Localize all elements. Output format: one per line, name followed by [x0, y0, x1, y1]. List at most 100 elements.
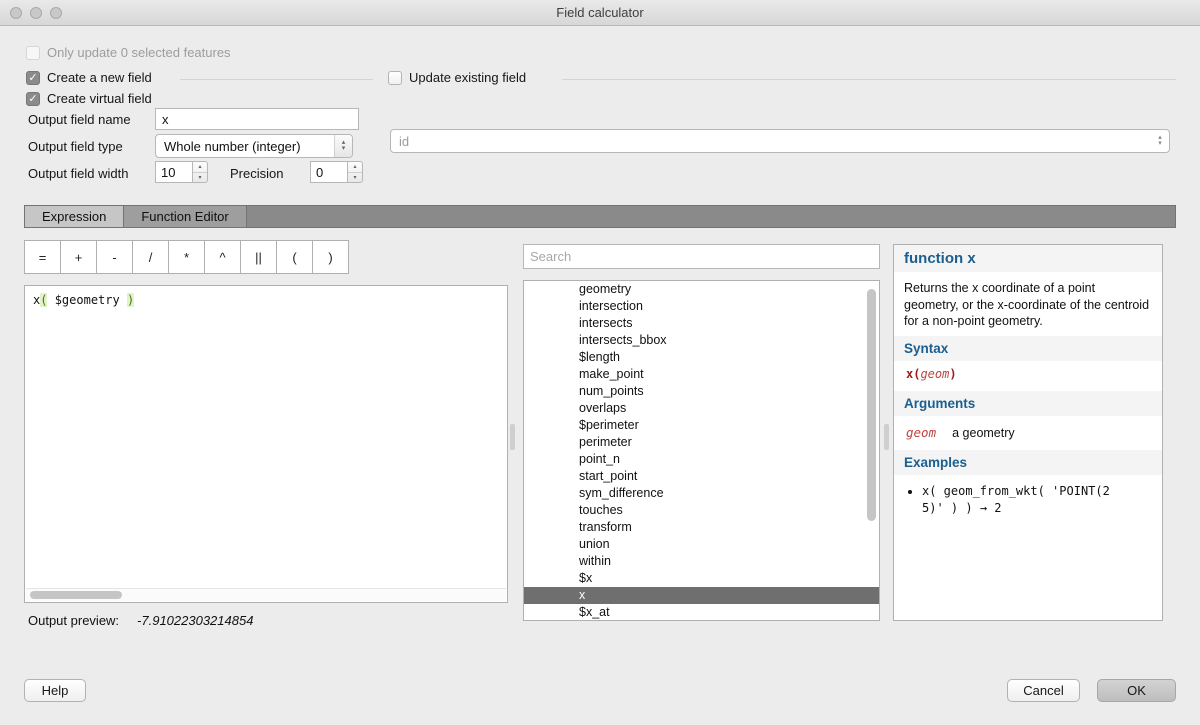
- function-search-input[interactable]: [523, 244, 880, 269]
- expression-text: x( $geometry ): [25, 286, 507, 314]
- function-item[interactable]: make_point: [524, 366, 879, 383]
- create-virtual-field-checkbox[interactable]: ✓: [26, 92, 40, 106]
- check-icon: ✓: [28, 92, 37, 105]
- operator-power-button[interactable]: ^: [204, 240, 241, 274]
- create-new-field-row: ✓ Create a new field: [26, 70, 152, 85]
- tab-bar: Expression Function Editor: [24, 205, 1176, 228]
- function-item[interactable]: $perimeter: [524, 417, 879, 434]
- syntax-function-name: x(: [906, 367, 920, 381]
- output-field-type-select[interactable]: Whole number (integer) ▴ ▾: [155, 134, 353, 158]
- function-help-panel: function x Returns the x coordinate of a…: [893, 244, 1163, 621]
- create-new-field-checkbox[interactable]: ✓: [26, 71, 40, 85]
- function-item[interactable]: perimeter: [524, 434, 879, 451]
- operator-close-paren-button[interactable]: ): [312, 240, 349, 274]
- function-item[interactable]: geometry: [524, 281, 879, 298]
- output-preview-row: Output preview: -7.91022303214854: [28, 613, 253, 628]
- function-item[interactable]: overlaps: [524, 400, 879, 417]
- output-preview-value: -7.91022303214854: [137, 613, 253, 628]
- precision-input[interactable]: [310, 161, 348, 183]
- create-virtual-field-row: ✓ Create virtual field: [26, 91, 152, 106]
- expression-editor[interactable]: x( $geometry ): [24, 285, 508, 603]
- create-virtual-field-label: Create virtual field: [47, 91, 152, 106]
- output-field-type-label: Output field type: [28, 139, 123, 154]
- help-button[interactable]: Help: [24, 679, 86, 702]
- close-button[interactable]: [10, 7, 22, 19]
- titlebar: Field calculator: [0, 0, 1200, 26]
- example-item: x( geom_from_wkt( 'POINT(2 5)' ) ) → 2: [922, 483, 1132, 518]
- function-item[interactable]: touches: [524, 502, 879, 519]
- arrow-up-icon: ▴: [193, 162, 207, 173]
- vertical-scrollbar-thumb[interactable]: [867, 289, 876, 521]
- help-syntax-heading: Syntax: [894, 336, 1162, 361]
- output-field-width-spinbox: ▴ ▾: [155, 161, 208, 183]
- function-item[interactable]: num_points: [524, 383, 879, 400]
- output-field-width-label: Output field width: [28, 166, 128, 181]
- operator-toolbar: = + - / * ^ || ( ): [24, 240, 349, 274]
- update-existing-row: Update existing field: [388, 70, 526, 85]
- function-item[interactable]: $x: [524, 570, 879, 587]
- function-list: geometry intersection intersects interse…: [523, 280, 880, 621]
- operator-plus-button[interactable]: +: [60, 240, 97, 274]
- check-icon: ✓: [28, 71, 37, 84]
- function-item[interactable]: within: [524, 553, 879, 570]
- expression-token: $geometry: [47, 293, 126, 307]
- zoom-button[interactable]: [50, 7, 62, 19]
- tab-expression[interactable]: Expression: [25, 206, 124, 227]
- function-item[interactable]: intersects_bbox: [524, 332, 879, 349]
- splitter-handle-left[interactable]: [510, 424, 515, 450]
- horizontal-scrollbar-thumb[interactable]: [30, 591, 122, 599]
- function-item[interactable]: $length: [524, 349, 879, 366]
- horizontal-scrollbar: [26, 588, 506, 601]
- help-description: Returns the x coordinate of a point geom…: [894, 272, 1162, 336]
- operator-minus-button[interactable]: -: [96, 240, 133, 274]
- function-item[interactable]: $x_at: [524, 604, 879, 621]
- output-field-name-label: Output field name: [28, 112, 131, 127]
- combo-stepper-icon: ▴ ▾: [334, 135, 352, 157]
- spin-stepper[interactable]: ▴ ▾: [348, 161, 363, 183]
- arrow-down-icon: ▾: [348, 173, 362, 183]
- update-existing-checkbox[interactable]: [388, 71, 402, 85]
- function-item[interactable]: union: [524, 536, 879, 553]
- help-examples-list: x( geom_from_wkt( 'POINT(2 5)' ) ) → 2: [922, 483, 1162, 526]
- ok-button[interactable]: OK: [1097, 679, 1176, 702]
- output-preview-label: Output preview:: [28, 613, 119, 628]
- output-field-type-value: Whole number (integer): [156, 139, 334, 154]
- group-divider: [180, 79, 373, 80]
- minimize-button[interactable]: [30, 7, 42, 19]
- combo-stepper-icon: ▴ ▾: [1151, 130, 1169, 152]
- window-title: Field calculator: [0, 0, 1200, 25]
- example-code: x( geom_from_wkt( 'POINT(2 5)' ) ): [922, 484, 1110, 515]
- function-item[interactable]: start_point: [524, 468, 879, 485]
- only-update-label: Only update 0 selected features: [47, 45, 231, 60]
- expression-token-paren: ): [127, 293, 134, 307]
- operator-divide-button[interactable]: /: [132, 240, 169, 274]
- only-update-checkbox[interactable]: [26, 46, 40, 60]
- precision-label: Precision: [230, 166, 283, 181]
- function-item[interactable]: sym_difference: [524, 485, 879, 502]
- operator-open-paren-button[interactable]: (: [276, 240, 313, 274]
- output-field-name-input[interactable]: [155, 108, 359, 130]
- spin-stepper[interactable]: ▴ ▾: [193, 161, 208, 183]
- group-divider: [562, 79, 1176, 80]
- existing-field-select[interactable]: id ▴ ▾: [390, 129, 1170, 153]
- help-title: function x: [894, 245, 1162, 272]
- function-item[interactable]: point_n: [524, 451, 879, 468]
- tab-function-editor[interactable]: Function Editor: [124, 206, 246, 227]
- function-item[interactable]: intersection: [524, 298, 879, 315]
- cancel-button[interactable]: Cancel: [1007, 679, 1080, 702]
- update-existing-label: Update existing field: [409, 70, 526, 85]
- function-item[interactable]: intersects: [524, 315, 879, 332]
- help-argument-row: geom a geometry: [894, 416, 1162, 450]
- help-examples-heading: Examples: [894, 450, 1162, 475]
- operator-equals-button[interactable]: =: [24, 240, 61, 274]
- function-item[interactable]: transform: [524, 519, 879, 536]
- arrow-down-icon: ▾: [1158, 141, 1162, 147]
- output-field-width-input[interactable]: [155, 161, 193, 183]
- splitter-handle-right[interactable]: [884, 424, 889, 450]
- operator-multiply-button[interactable]: *: [168, 240, 205, 274]
- function-item-selected[interactable]: x: [524, 587, 879, 604]
- operator-concat-button[interactable]: ||: [240, 240, 277, 274]
- arrow-down-icon: ▾: [193, 173, 207, 183]
- argument-description: a geometry: [952, 426, 1015, 440]
- field-calculator-dialog: Field calculator Only update 0 selected …: [0, 0, 1200, 725]
